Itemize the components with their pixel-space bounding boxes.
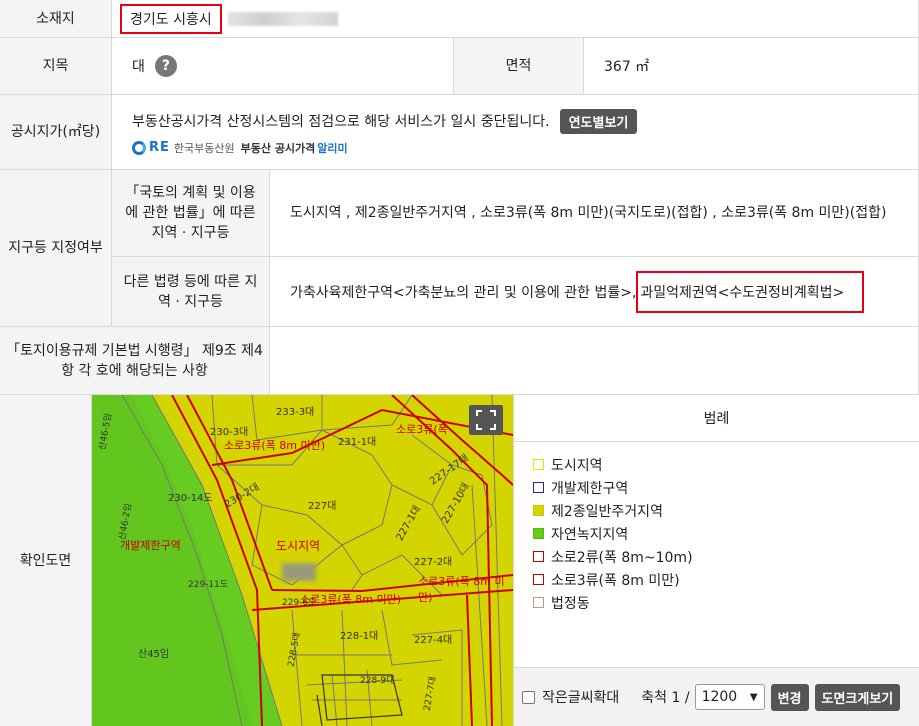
legend-label: 자연녹지지역 — [551, 526, 629, 543]
map-label-p2: 230-3대 — [210, 427, 249, 438]
logo-org: 한국부동산원 — [173, 141, 235, 155]
legend-label: 개발제한구역 — [551, 480, 629, 497]
legend-label: 제2종일반주거지역 — [551, 503, 663, 520]
map-label-p14: 227-4대 — [414, 635, 453, 646]
location-label-cell: 소재지 — [0, 0, 112, 38]
small-text-label[interactable]: 작은글씨확대 — [542, 687, 619, 707]
price-label: 공시지가(㎡당) — [10, 124, 101, 140]
logo-service-accent: 알리미 — [317, 141, 348, 155]
scale-select[interactable]: 1200 ▼ — [694, 684, 765, 710]
price-notice: 부동산공시가격 산정시스템의 점검으로 해당 서비스가 일시 중단됩니다. — [132, 114, 550, 130]
map-label-p10: 227-2대 — [414, 557, 453, 568]
legend-swatch-icon — [533, 597, 544, 608]
logo-service: 부동산 공시가격 — [240, 141, 316, 155]
address-detail-blurred — [227, 11, 338, 26]
zoning-sub1-label: 「국토의 계획 및 이용에 관한 법률」에 따른 지역 · 지구등 — [125, 185, 256, 241]
zoning-sub2-value-b: 과밀억제권역<수도권정비계획법> — [640, 284, 845, 301]
regulation-value-cell — [270, 327, 919, 395]
legend-swatch-icon — [533, 482, 544, 493]
legend-list: 도시지역개발제한구역제2종일반주거지역자연녹지지역소로2류(폭 8m~10m) 소… — [514, 442, 919, 614]
zoning-sub2-label: 다른 법령 등에 따른 지역 · 지구등 — [123, 273, 258, 310]
location-value: 경기도 시흥시 — [130, 11, 212, 28]
legend-swatch-icon — [533, 459, 544, 470]
zoning-label-cell: 지구등 지정여부 — [0, 170, 112, 327]
area-value: 367 ㎡ — [604, 59, 650, 75]
location-highlight: 경기도 시흥시 — [120, 3, 222, 34]
selected-parcel-blurred — [282, 563, 316, 581]
map-zone-label-z5: 소로3류(폭 8m 미만) — [300, 593, 402, 606]
help-icon[interactable]: ? — [154, 55, 177, 77]
legend-panel: 범례 도시지역개발제한구역제2종일반주거지역자연녹지지역소로2류(폭 8m~10… — [513, 395, 919, 667]
regulation-label: 「토지이용규제 기본법 시행령」 제9조 제4항 각 호에 해당되는 사항 — [6, 342, 263, 379]
legend-item: 소로3류(폭 8m 미만) — [533, 568, 919, 591]
legend-swatch-icon — [533, 528, 544, 539]
legend-label: 소로3류(폭 8m 미만) — [551, 572, 680, 589]
map-controls: 작은글씨확대 축척 1 / 1200 ▼ 변경 도면크게보기 — [513, 667, 919, 726]
legend-item: 자연녹지지역 — [533, 522, 919, 545]
map-label-p1: 233-3대 — [276, 407, 315, 418]
map-zone-label-z4: 도시지역 — [276, 539, 321, 553]
legend-label: 법정동 — [551, 595, 590, 612]
legend-item: 도시지역 — [533, 453, 919, 476]
zoning-sub2-value-a: 가축사육제한구역<가축분뇨의 관리 및 이용에 관한 법률>, — [290, 284, 637, 301]
map-label-p13: 228-1대 — [340, 631, 379, 642]
land-category-value-cell: 대 ? — [112, 38, 454, 95]
map-label-p16: 228-9대 — [360, 676, 395, 686]
area-value-cell: 367 ㎡ — [584, 38, 919, 95]
land-category-label-cell: 지목 — [0, 38, 112, 95]
zoning-sub2-value-cell: 가축사육제한구역<가축분뇨의 관리 및 이용에 관한 법률>, 과밀억제권역<수… — [270, 257, 919, 327]
zoning-sub1-value-cell: 도시지역 , 제2종일반주거지역 , 소로3류(폭 8m 미만)(국지도로)(접… — [270, 170, 919, 257]
area-label-cell: 면적 — [454, 38, 584, 95]
enlarge-map-button[interactable]: 도면크게보기 — [814, 683, 901, 711]
zoning-label: 지구등 지정여부 — [8, 240, 103, 256]
map-label-p11: 229-11도 — [188, 580, 229, 590]
land-category-value: 대 — [132, 59, 145, 75]
map-label-p18: 산45임 — [138, 649, 170, 660]
legend-label: 소로2류(폭 8m~10m) — [551, 549, 693, 566]
yearly-view-button[interactable]: 연도별보기 — [559, 108, 638, 134]
fullscreen-button[interactable] — [469, 405, 503, 435]
logo-mark: RE — [149, 140, 170, 155]
legend-header: 범례 — [514, 395, 919, 442]
map-label-p6: 227대 — [308, 501, 337, 512]
cadastral-map[interactable]: 233-3대 230-3대 231-1대 230-14도 230-2대 227대… — [92, 395, 513, 726]
legend-title: 범례 — [703, 411, 730, 427]
map-label-p4: 230-14도 — [168, 493, 213, 504]
legend-swatch-icon — [533, 574, 544, 585]
legend-item: 개발제한구역 — [533, 476, 919, 499]
re-logo-icon — [132, 140, 146, 155]
realtyprice-logo[interactable]: RE 한국부동산원 부동산 공시가격 알리미 — [132, 140, 348, 156]
scale-change-button[interactable]: 변경 — [770, 683, 809, 711]
legend-item: 소로2류(폭 8m~10m) — [533, 545, 919, 568]
land-category-label: 지목 — [42, 58, 69, 74]
legend-item: 제2종일반주거지역 — [533, 499, 919, 522]
location-value-cell: 경기도 시흥시 — [112, 0, 919, 38]
map-label-p3: 231-1대 — [338, 437, 377, 448]
zoning-sub2-label-cell: 다른 법령 등에 따른 지역 · 지구등 — [112, 257, 270, 327]
chevron-down-icon: ▼ — [749, 691, 758, 703]
zoning-sub2-highlight: 과밀억제권역<수도권정비계획법> — [636, 270, 865, 313]
scale-label: 축척 1 / — [641, 690, 690, 706]
price-value-cell: 부동산공시가격 산정시스템의 점검으로 해당 서비스가 일시 중단됩니다. 연도… — [112, 95, 919, 170]
legend-swatch-icon — [533, 505, 544, 516]
map-zone-label-z2: 소로3류(폭 — [396, 423, 448, 436]
price-label-cell: 공시지가(㎡당) — [0, 95, 112, 170]
area-label: 면적 — [505, 58, 532, 74]
map-label: 확인도면 — [19, 552, 72, 569]
map-zone-label-z6: 소로3류(폭 8m 미만) — [418, 575, 505, 604]
map-zone-label-z1: 소로3류(폭 8m 미만) — [224, 439, 326, 452]
legend-swatch-icon — [533, 551, 544, 562]
zoning-sub1-label-cell: 「국토의 계획 및 이용에 관한 법률」에 따른 지역 · 지구등 — [112, 170, 270, 257]
scale-value: 1200 — [701, 689, 738, 705]
map-label-cell: 확인도면 — [0, 395, 92, 726]
location-label: 소재지 — [36, 10, 75, 27]
zoning-sub1-value: 도시지역 , 제2종일반주거지역 , 소로3류(폭 8m 미만)(국지도로)(접… — [290, 204, 887, 221]
fullscreen-icon — [476, 410, 496, 430]
regulation-label-cell: 「토지이용규제 기본법 시행령」 제9조 제4항 각 호에 해당되는 사항 — [0, 327, 270, 395]
legend-item: 법정동 — [533, 591, 919, 614]
legend-label: 도시지역 — [551, 457, 603, 474]
map-zone-label-z3: 개발제한구역 — [120, 539, 181, 552]
small-text-checkbox[interactable] — [522, 690, 535, 704]
